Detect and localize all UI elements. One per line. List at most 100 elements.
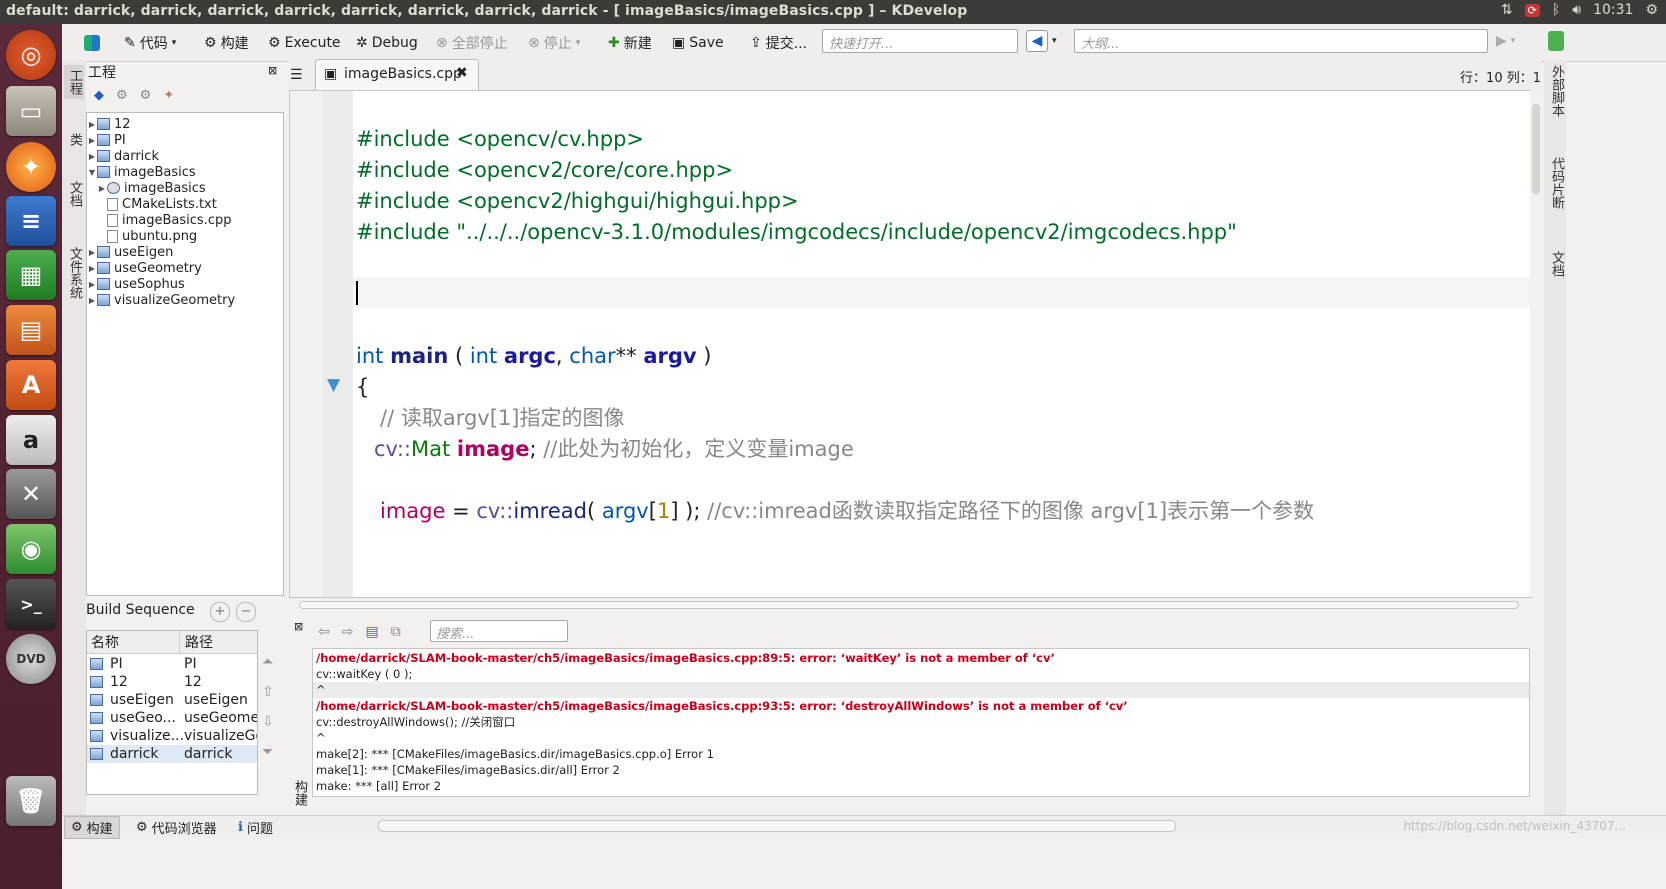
table-row[interactable]: 12 12 xyxy=(87,673,257,691)
table-row[interactable]: useEigen useEigen xyxy=(87,691,257,709)
fold-arrow-icon[interactable]: ▼ xyxy=(327,375,340,395)
remove-build-item-button[interactable]: − xyxy=(236,602,256,622)
table-row[interactable]: visualize... visualizeGe xyxy=(87,727,257,745)
link-editor-icon[interactable]: ◆ xyxy=(94,88,104,103)
editor-horizontal-scrollbar[interactable] xyxy=(289,599,1530,611)
tab-filesystem[interactable]: 文件系统 xyxy=(64,247,84,299)
tab-imagebasics-cpp[interactable]: ▣ imageBasics.cpp ✖ xyxy=(315,59,479,90)
nav-back-button[interactable]: ◀ ▾ xyxy=(1026,30,1057,52)
ubuntu-logo-icon[interactable]: ◎ xyxy=(6,30,56,80)
column-header-path[interactable]: 路径 xyxy=(185,632,213,652)
project-clean-icon[interactable]: ✦ xyxy=(163,88,174,103)
new-file-button[interactable]: ✚ 新建 xyxy=(608,32,652,54)
stop-button[interactable]: ⊗ 停止 ▾ xyxy=(528,32,580,54)
power-gear-icon[interactable]: ⚙ xyxy=(1645,2,1658,18)
bottom-scrollbar[interactable] xyxy=(378,820,1176,832)
tab-classes[interactable]: 类 xyxy=(64,133,84,146)
next-item-icon[interactable]: ⇨ xyxy=(342,624,354,640)
collapsed-arrow-icon[interactable]: ▶ xyxy=(87,296,97,305)
amazon-icon[interactable]: a xyxy=(6,415,56,465)
collapsed-arrow-icon[interactable]: ▶ xyxy=(87,264,97,273)
tree-item[interactable]: ▶ useGeometry xyxy=(87,260,202,276)
dashboard-icon[interactable] xyxy=(84,32,100,54)
copy-icon[interactable]: ⧉ xyxy=(391,624,401,640)
output-line[interactable]: ^ xyxy=(316,730,326,746)
tab-right-documents[interactable]: 文档 xyxy=(1546,251,1566,277)
collapsed-arrow-icon[interactable]: ▶ xyxy=(87,280,97,289)
project-build-icon[interactable]: ⚙ xyxy=(140,88,152,103)
writer-icon[interactable]: ≡ xyxy=(6,196,56,246)
select-activated-icon[interactable]: ▤ xyxy=(365,624,378,640)
build-button[interactable]: ⚙ 构建 xyxy=(204,32,249,54)
tree-item[interactable]: ▶ visualizeGeometry xyxy=(87,292,235,308)
close-panel-icon[interactable]: ⊠ xyxy=(268,64,277,77)
scroll-thumb[interactable] xyxy=(299,601,1519,609)
scroll-thumb[interactable] xyxy=(1532,104,1540,194)
tree-item[interactable]: ▶ 12 xyxy=(87,116,131,132)
clock[interactable]: 10:31 xyxy=(1593,2,1633,18)
dvd-icon[interactable]: DVD xyxy=(6,634,56,684)
move-top-icon[interactable]: ⏶ xyxy=(262,654,274,670)
collapsed-arrow-icon[interactable]: ▶ xyxy=(87,248,97,257)
prev-item-icon[interactable]: ⇦ xyxy=(318,624,330,640)
editor-vertical-scrollbar[interactable] xyxy=(1530,90,1542,596)
collapsed-arrow-icon[interactable]: ▶ xyxy=(87,120,97,129)
tab-build-output[interactable]: ⚙ 构建 xyxy=(64,816,120,839)
outline-input[interactable]: 大纲... xyxy=(1074,29,1488,53)
close-output-icon[interactable]: ⊠ xyxy=(294,620,303,633)
file-manager-icon[interactable]: ▭ xyxy=(6,86,56,136)
move-bottom-icon[interactable]: ⏷ xyxy=(262,744,274,760)
add-build-item-button[interactable]: + xyxy=(210,602,230,622)
column-header-name[interactable]: 名称 xyxy=(91,632,119,652)
output-error-line[interactable]: /home/darrick/SLAM-book-master/ch5/image… xyxy=(316,698,1128,714)
build-output[interactable]: /home/darrick/SLAM-book-master/ch5/image… xyxy=(312,648,1530,797)
tree-item[interactable]: ▶ darrick xyxy=(87,148,159,164)
launch-icon[interactable] xyxy=(1548,30,1564,52)
tree-item[interactable]: CMakeLists.txt xyxy=(97,196,217,212)
volume-icon[interactable]: 🔊︎ xyxy=(1572,2,1581,18)
impress-icon[interactable]: ▤ xyxy=(6,305,56,355)
close-tab-icon[interactable]: ✖ xyxy=(456,65,468,81)
output-line[interactable]: make: *** [all] Error 2 xyxy=(316,778,441,794)
tree-item[interactable]: imageBasics.cpp xyxy=(97,212,231,228)
tab-snippets[interactable]: 代码片断 xyxy=(1546,157,1566,209)
output-line[interactable]: cv::waitKey ( 0 ); xyxy=(316,666,412,682)
collapsed-arrow-icon[interactable]: ▶ xyxy=(97,184,107,193)
collapsed-arrow-icon[interactable]: ▶ xyxy=(87,152,97,161)
stop-all-button[interactable]: ⊗ 全部停止 xyxy=(436,32,508,54)
table-row[interactable]: darrick darrick xyxy=(87,745,257,763)
move-down-icon[interactable]: ⇩ xyxy=(262,714,274,730)
debug-button[interactable]: ✲ Debug xyxy=(356,32,418,54)
collapsed-arrow-icon[interactable]: ▶ xyxy=(87,136,97,145)
project-config-icon[interactable]: ⚙ xyxy=(116,88,128,103)
tree-item[interactable]: ▼ imageBasics xyxy=(87,164,196,180)
output-line[interactable]: make[2]: *** [CMakeFiles/imageBasics.dir… xyxy=(316,746,714,762)
system-settings-icon[interactable]: ✕ xyxy=(6,469,56,519)
tree-item[interactable]: ▶ PI xyxy=(87,132,126,148)
save-button[interactable]: ▣ Save xyxy=(672,32,724,54)
tree-item[interactable]: ▶ imageBasics xyxy=(97,180,206,196)
code-menu-button[interactable]: ✎ 代码 ▾ xyxy=(124,32,176,54)
output-line[interactable]: cv::destroyAllWindows(); //关闭窗口 xyxy=(316,714,515,730)
bluetooth-icon[interactable]: ᛒ xyxy=(1552,2,1560,18)
execute-button[interactable]: ⚙ Execute xyxy=(268,32,341,54)
tree-item[interactable]: ▶ useSophus xyxy=(87,276,185,292)
software-center-icon[interactable]: A xyxy=(6,360,56,410)
update-icon[interactable]: ⟳ xyxy=(1524,3,1540,17)
tab-documents[interactable]: 文档 xyxy=(64,181,84,207)
tab-external-scripts[interactable]: 外部脚本 xyxy=(1546,65,1566,117)
table-row[interactable]: useGeo... useGeomet xyxy=(87,709,257,727)
nav-forward-button[interactable]: ▶ ▾ xyxy=(1496,30,1515,52)
quick-open-input[interactable]: 快速打开... xyxy=(822,29,1018,53)
document-list-icon[interactable]: ☰ xyxy=(290,67,303,83)
tree-item[interactable]: ▶ useEigen xyxy=(87,244,173,260)
move-up-icon[interactable]: ⇧ xyxy=(262,684,274,700)
terminal-icon[interactable]: >_ xyxy=(6,579,56,629)
network-updown-icon[interactable]: ⇅ xyxy=(1501,2,1513,18)
code-editor[interactable]: ▼ #include <opencv/cv.hpp> #include <ope… xyxy=(289,90,1532,598)
tab-problems[interactable]: ℹ 问题 xyxy=(238,818,273,837)
output-line[interactable]: make[1]: *** [CMakeFiles/imageBasics.dir… xyxy=(316,762,620,778)
commit-button[interactable]: ⇪ 提交... xyxy=(750,32,807,54)
tree-item[interactable]: ubuntu.png xyxy=(97,228,197,244)
expanded-arrow-icon[interactable]: ▼ xyxy=(87,168,97,177)
